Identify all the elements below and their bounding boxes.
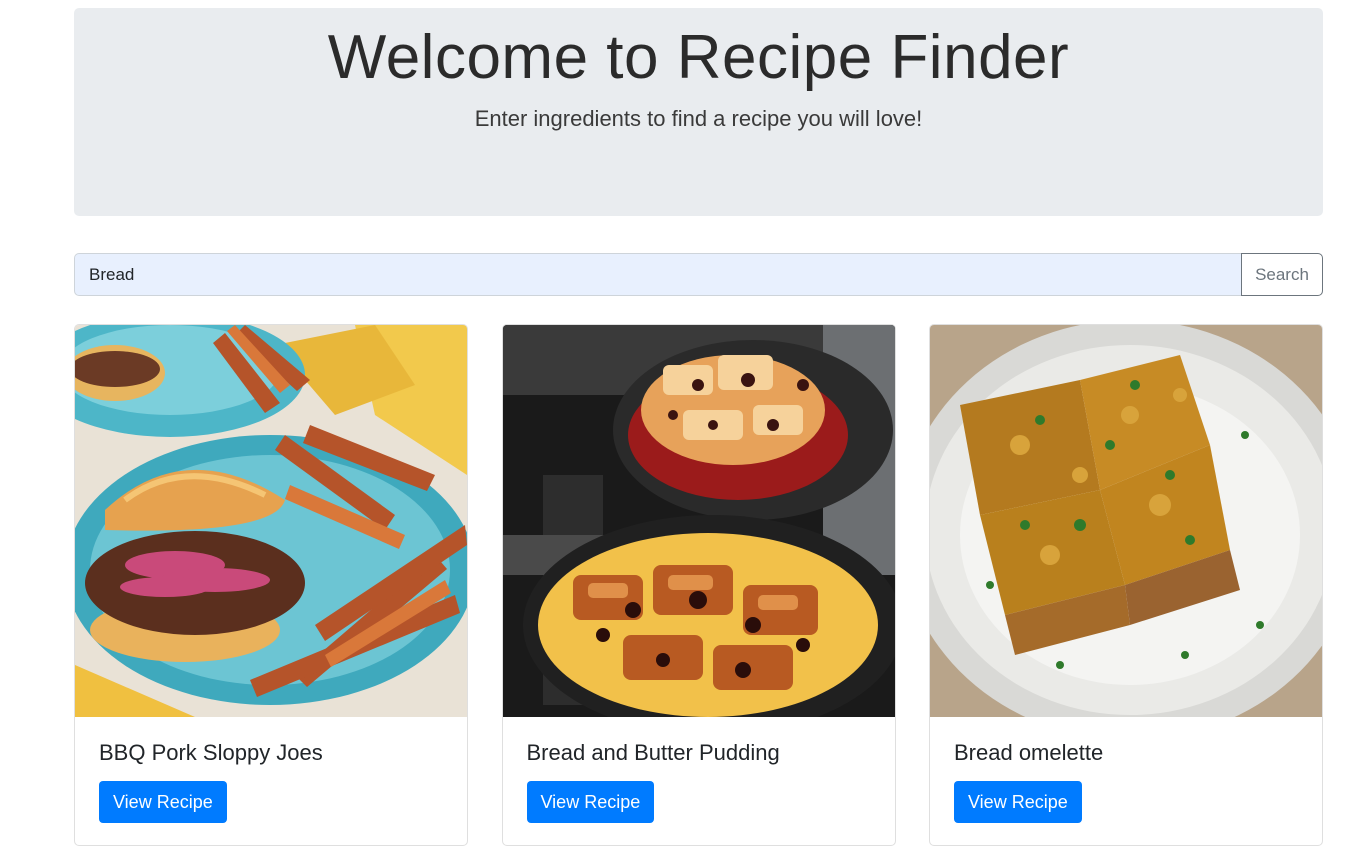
recipe-card: Bread omelette View Recipe <box>929 324 1323 846</box>
hero-banner: Welcome to Recipe Finder Enter ingredien… <box>74 8 1323 216</box>
recipe-card: Bread and Butter Pudding View Recipe <box>501 324 896 846</box>
view-recipe-button[interactable]: View Recipe <box>526 781 655 823</box>
view-recipe-button[interactable]: View Recipe <box>99 781 227 823</box>
search-button[interactable]: Search <box>1241 253 1323 296</box>
recipe-title: BBQ Pork Sloppy Joes <box>99 740 323 765</box>
page-subtitle: Enter ingredients to find a recipe you w… <box>474 106 923 131</box>
recipe-image <box>930 325 1322 717</box>
recipe-title: Bread omelette <box>954 740 1104 765</box>
view-recipe-button[interactable]: View Recipe <box>954 781 1082 823</box>
recipe-title: Bread and Butter Pudding <box>526 740 780 765</box>
recipe-card: BBQ Pork Sloppy Joes View Recipe <box>74 324 468 846</box>
recipe-image <box>502 325 895 717</box>
page-title: Welcome to Recipe Finder <box>327 23 1070 92</box>
search-input[interactable] <box>74 253 1241 296</box>
search-bar: Search <box>74 253 1323 296</box>
page-container: Welcome to Recipe Finder Enter ingredien… <box>74 8 1323 846</box>
recipe-image <box>75 325 467 717</box>
recipe-card-list: BBQ Pork Sloppy Joes View Recipe Bread a… <box>74 324 1323 846</box>
